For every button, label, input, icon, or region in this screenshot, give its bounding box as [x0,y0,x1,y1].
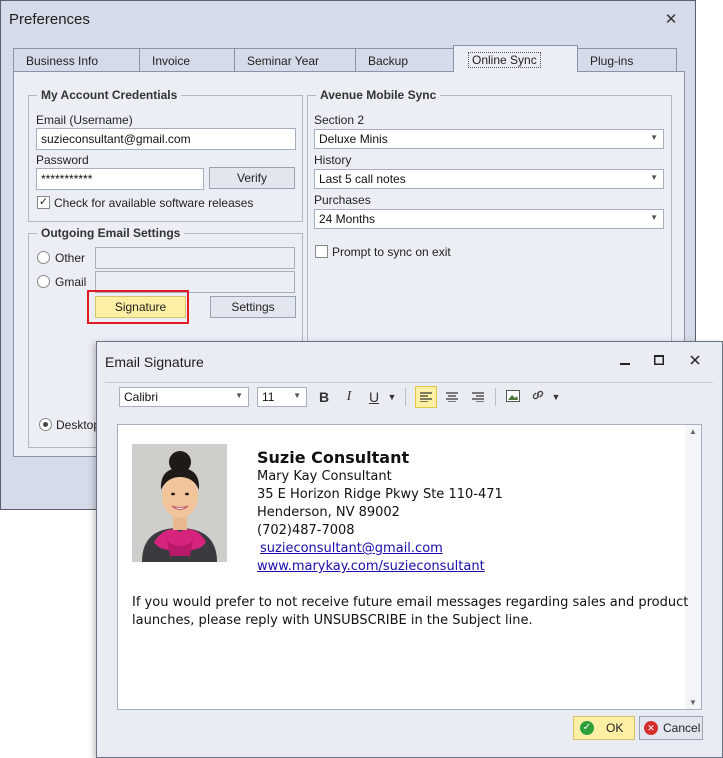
unsubscribe-text: launches, please reply with UNSUBSCRIBE … [132,613,533,628]
bold-icon[interactable]: B [313,386,335,408]
history-value: Last 5 call notes [319,172,406,186]
format-toolbar: Calibri ▼ 11 ▼ B I U ▼ ▼ [105,382,713,410]
email-link[interactable]: suzieconsultant@gmail.com [260,541,443,556]
account-credentials-group: My Account Credentials Email (Username) … [28,88,303,222]
tab-business-info[interactable]: Business Info [13,48,141,72]
chevron-down-icon: ▼ [650,133,658,142]
purchases-value: 24 Months [319,212,376,226]
scroll-up-icon[interactable]: ▲ [689,427,697,436]
signature-line: Henderson, NV 89002 [257,505,400,520]
profile-photo [132,444,227,562]
other-field[interactable] [95,247,295,269]
link-icon[interactable] [527,386,549,408]
chevron-down-icon: ▼ [235,391,243,400]
chevron-down-icon: ▼ [650,173,658,182]
italic-icon[interactable]: I [338,386,360,408]
group-title: Outgoing Email Settings [37,226,185,240]
desktop-radio[interactable] [39,418,52,431]
password-field[interactable]: *********** [36,168,204,190]
tab-online-sync[interactable]: Online Sync [453,45,578,72]
vertical-scrollbar[interactable]: ▲ ▼ [685,424,702,710]
history-label: History [314,153,352,167]
signature-line: 35 E Horizon Ridge Pkwy Ste 110-471 [257,487,503,502]
image-icon[interactable] [502,386,524,408]
tab-plug-ins[interactable]: Plug-ins [577,48,677,72]
chevron-down-icon[interactable]: ▼ [549,386,563,408]
cancel-button[interactable]: ✕ Cancel [639,716,703,740]
group-title: My Account Credentials [37,88,182,102]
font-size-select[interactable]: 11 ▼ [257,387,307,407]
toolbar-separator [495,388,496,406]
ok-label: OK [606,721,624,735]
ok-button[interactable]: ✓ OK [573,716,635,740]
gmail-label: Gmail [55,275,87,289]
password-label: Password [36,153,89,167]
unsubscribe-text: If you would prefer to not receive futur… [132,595,689,610]
chevron-down-icon[interactable]: ▼ [385,386,399,408]
window-title: Preferences [9,11,90,28]
other-label: Other [55,251,86,265]
close-icon[interactable] [683,350,707,372]
cancel-label: Cancel [663,721,701,735]
gmail-radio[interactable] [37,275,50,288]
chevron-down-icon: ▼ [293,391,301,400]
tab-label: Online Sync [468,52,541,68]
section2-label: Section 2 [314,113,365,127]
check-updates-label: Check for available software releases [54,196,254,210]
email-label: Email (Username) [36,113,133,127]
tab-invoice[interactable]: Invoice [139,48,235,72]
purchases-label: Purchases [314,193,371,207]
checkmark-icon: ✓ [580,721,594,735]
email-field[interactable]: suzieconsultant@gmail.com [36,128,296,150]
section2-select[interactable]: Deluxe Minis ▼ [314,129,664,149]
align-center-icon[interactable] [441,386,463,408]
history-select[interactable]: Last 5 call notes ▼ [314,169,664,189]
settings-button[interactable]: Settings [210,296,296,318]
cancel-icon: ✕ [644,721,658,735]
tab-seminar-year[interactable]: Seminar Year [234,48,356,72]
purchases-select[interactable]: 24 Months ▼ [314,209,664,229]
signature-line: Mary Kay Consultant [257,469,392,484]
prompt-sync-checkbox[interactable] [315,245,328,258]
maximize-icon[interactable] [647,350,671,372]
dialog-title: Email Signature [105,354,204,370]
check-updates-checkbox[interactable]: ✓ [37,196,50,209]
group-title: Avenue Mobile Sync [316,88,441,102]
toolbar-separator [405,388,406,406]
font-family-value: Calibri [124,390,159,404]
font-size-value: 11 [262,390,275,404]
underline-icon[interactable]: U [363,386,385,408]
email-signature-dialog: Email Signature Calibri ▼ 11 ▼ B I U ▼ ▼… [96,341,723,758]
tab-backup[interactable]: Backup [355,48,455,72]
minimize-icon[interactable] [613,350,637,372]
website-link[interactable]: www.marykay.com/suzieconsultant [257,559,485,574]
verify-button[interactable]: Verify [209,167,295,189]
chevron-down-icon: ▼ [650,213,658,222]
align-right-icon[interactable] [467,386,489,408]
other-radio[interactable] [37,251,50,264]
font-family-select[interactable]: Calibri ▼ [119,387,249,407]
align-left-icon[interactable] [415,386,437,408]
close-icon[interactable]: ✕ [661,10,681,30]
highlight-box [87,290,189,324]
signature-name: Suzie Consultant [257,448,410,467]
prompt-sync-label: Prompt to sync on exit [332,245,451,259]
section2-value: Deluxe Minis [319,132,388,146]
tab-bar: Business Info Invoice Seminar Year Backu… [13,45,677,72]
desktop-label: Desktop [56,418,101,432]
scroll-down-icon[interactable]: ▼ [689,698,697,707]
signature-line: (702)487-7008 [257,523,355,538]
